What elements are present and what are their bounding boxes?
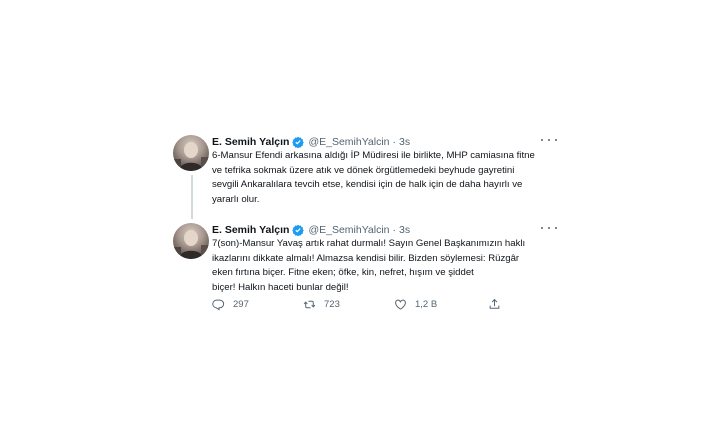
tweet-timestamp[interactable]: 3s: [399, 224, 410, 236]
retweet-button[interactable]: 723: [303, 298, 340, 311]
author-handle[interactable]: @E_SemihYalcin: [308, 224, 389, 236]
tweet-timestamp[interactable]: 3s: [399, 136, 410, 148]
share-button[interactable]: [488, 298, 501, 311]
reply-count: 297: [233, 299, 249, 310]
avatar-photo-icon: [173, 230, 209, 259]
tweet-text-line: ikazlarını dikkate almalı! Almazsa kendi…: [212, 252, 520, 264]
like-button[interactable]: 1,2 B: [394, 298, 437, 311]
tweet-text-line: eken fırtına biçer. Fitne eken; öfke, ki…: [212, 267, 474, 278]
avatar[interactable]: [173, 223, 209, 259]
tweet-text-line: yararlı olur.: [212, 193, 260, 205]
tweet-text-line: 7(son)-Mansur Yavaş artık rahat durmalı!…: [212, 238, 526, 249]
separator-dot: ·: [392, 224, 397, 236]
tweet-text-line: ve tefrika sokmak üzere atık ve dönek ör…: [212, 164, 515, 176]
tweet-text-line: 6-Mansur Efendi arkasına aldığı İP Müdir…: [212, 150, 535, 161]
verified-badge-icon: [292, 224, 305, 236]
tweet-thread: E. Semih Yalçın @E_SemihYalcin · 3s 6-Ma…: [160, 122, 565, 327]
avatar[interactable]: [173, 135, 209, 171]
more-options-icon[interactable]: [541, 133, 557, 147]
tweet-action-bar: 297 723 1,2 B: [212, 298, 512, 314]
tweet-text-line: biçer! Halkın haceti bunlar değil!: [212, 281, 349, 293]
share-icon: [489, 298, 500, 309]
reply-icon: [212, 299, 225, 311]
author-handle[interactable]: @E_SemihYalcin: [308, 136, 389, 148]
retweet-count: 723: [324, 299, 340, 310]
avatar-photo-icon: [173, 142, 209, 171]
author-name[interactable]: E. Semih Yalçın: [212, 136, 289, 148]
thread-connector-line: [191, 175, 193, 219]
tweet-header: E. Semih Yalçın @E_SemihYalcin · 3s: [212, 222, 410, 238]
tweet-text: 6-Mansur Efendi arkasına aldığı İP Müdir…: [212, 149, 562, 207]
retweet-icon: [303, 300, 316, 309]
tweet-text: 7(son)-Mansur Yavaş artık rahat durmalı!…: [212, 237, 562, 295]
reply-button[interactable]: 297: [212, 298, 249, 311]
separator-dot: ·: [392, 136, 397, 148]
more-options-icon[interactable]: [541, 221, 557, 235]
author-name[interactable]: E. Semih Yalçın: [212, 224, 289, 236]
tweet-text-line: sevgili Ankaralılara tevcih etse, kendis…: [212, 179, 523, 190]
heart-icon: [395, 299, 406, 310]
tweet-header: E. Semih Yalçın @E_SemihYalcin · 3s: [212, 134, 410, 150]
verified-badge-icon: [292, 136, 305, 148]
like-count: 1,2 B: [415, 299, 438, 310]
